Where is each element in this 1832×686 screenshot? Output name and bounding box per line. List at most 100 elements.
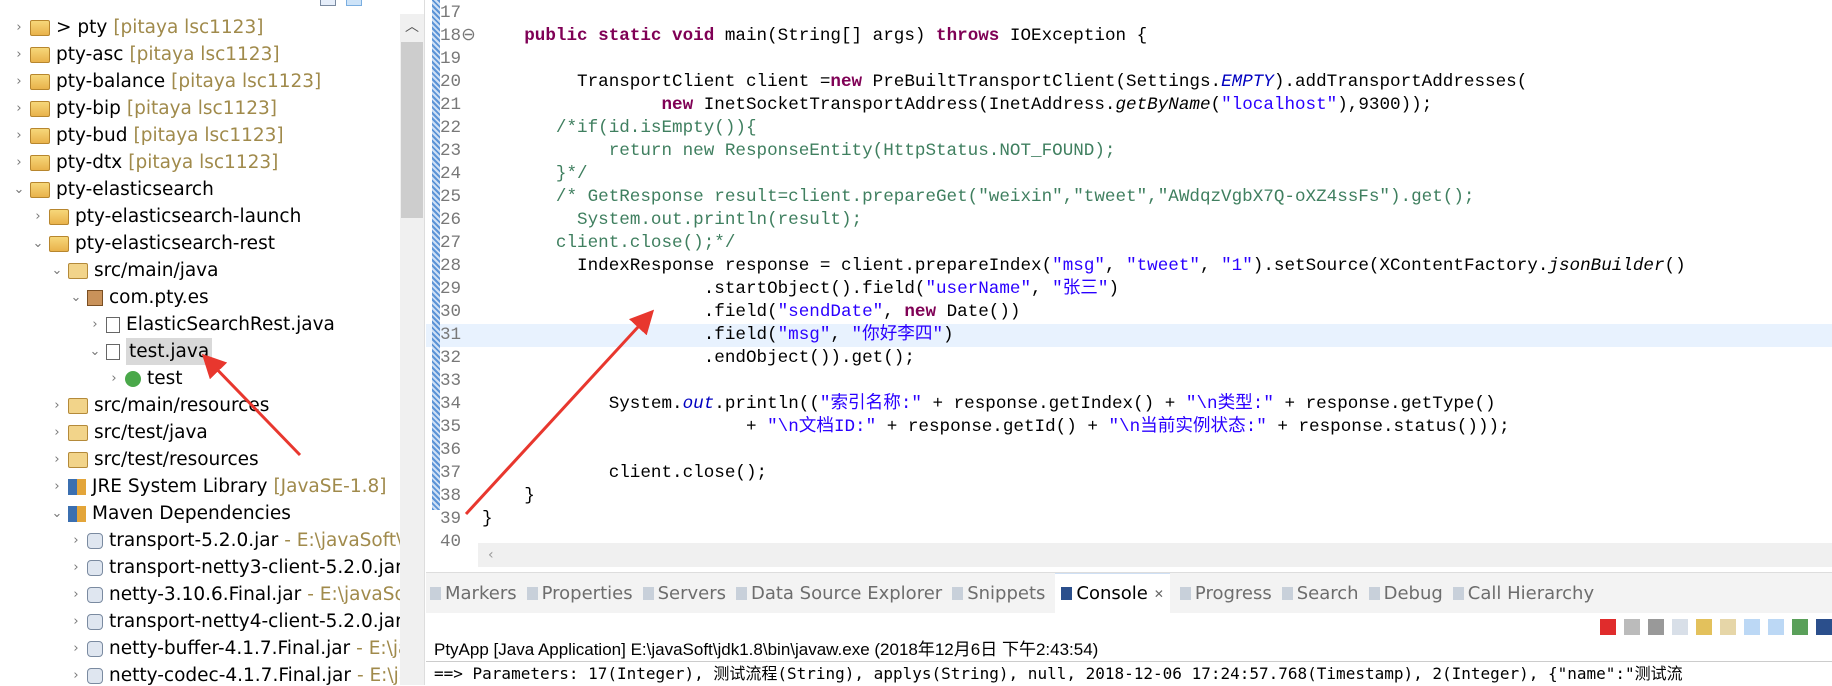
expand-toggle-icon[interactable]: ›: [67, 554, 85, 581]
tree-item[interactable]: › src/test/java: [48, 419, 207, 446]
expand-toggle-icon[interactable]: ⌄: [86, 338, 104, 365]
pin-console-icon[interactable]: [1792, 619, 1808, 635]
tree-item[interactable]: ⌄ pty-elasticsearch: [10, 176, 214, 203]
expand-toggle-icon[interactable]: ›: [105, 365, 123, 392]
expand-toggle-icon[interactable]: ›: [10, 41, 28, 68]
tab-console[interactable]: Console ✕: [1055, 573, 1170, 613]
code-line[interactable]: 20 TransportClient client =new PreBuiltT…: [426, 71, 1832, 94]
word-wrap-icon[interactable]: [1720, 619, 1736, 635]
collapse-all-icon[interactable]: [320, 0, 336, 6]
expand-toggle-icon[interactable]: ›: [67, 527, 85, 554]
code-line[interactable]: 31 .field("msg", "你好李四"): [426, 324, 1832, 347]
code-line[interactable]: 26 System.out.println(result);: [426, 209, 1832, 232]
expand-toggle-icon[interactable]: ›: [10, 95, 28, 122]
terminate-icon[interactable]: [1600, 619, 1616, 635]
code-line[interactable]: 18⊖ public static void main(String[] arg…: [426, 25, 1832, 48]
code-line[interactable]: 17: [426, 2, 1832, 25]
expand-toggle-icon[interactable]: ›: [48, 419, 66, 446]
tree-item[interactable]: › pty-asc [pitaya lsc1123]: [10, 41, 279, 68]
tab-search[interactable]: Search: [1281, 573, 1359, 613]
expand-toggle-icon[interactable]: ›: [29, 203, 47, 230]
tab-data-source-explorer[interactable]: Data Source Explorer: [735, 573, 942, 613]
code-line[interactable]: 33: [426, 370, 1832, 393]
tree-item[interactable]: › pty-dtx [pitaya lsc1123]: [10, 149, 278, 176]
remove-launch-icon[interactable]: [1624, 619, 1640, 635]
expand-toggle-icon[interactable]: ›: [10, 149, 28, 176]
tree-item[interactable]: ›transport-netty4-client-5.2.0.jar-: [67, 608, 415, 635]
tree-item[interactable]: › transport-5.2.0.jar - E:\javaSoft\.m2: [67, 527, 424, 554]
tree-item[interactable]: › test: [105, 365, 182, 392]
tab-progress[interactable]: Progress: [1179, 573, 1272, 613]
tree-item[interactable]: › JRE System Library [JavaSE-1.8]: [48, 473, 386, 500]
code-line[interactable]: 24 }*/: [426, 163, 1832, 186]
tree-item[interactable]: › ElasticSearchRest.java: [86, 311, 334, 338]
display-console-icon[interactable]: [1816, 619, 1832, 635]
code-line[interactable]: 34 System.out.println(("索引名称:" + respons…: [426, 393, 1832, 416]
expand-toggle-icon[interactable]: ›: [10, 122, 28, 149]
code-line[interactable]: 21 new InetSocketTransportAddress(InetAd…: [426, 94, 1832, 117]
tab-call-hierarchy[interactable]: Call Hierarchy: [1452, 573, 1594, 613]
code-line[interactable]: 32 .endObject()).get();: [426, 347, 1832, 370]
show-console-stderr-icon[interactable]: [1768, 619, 1784, 635]
expand-toggle-icon[interactable]: ›: [10, 14, 28, 41]
code-line[interactable]: 30 .field("sendDate", new Date()): [426, 301, 1832, 324]
tree-item[interactable]: › netty-buffer-4.1.7.Final.jar - E:\java: [67, 635, 424, 662]
expand-toggle-icon[interactable]: ›: [67, 581, 85, 608]
code-line[interactable]: 22 /*if(id.isEmpty()){: [426, 117, 1832, 140]
tree-item[interactable]: ⌄ Maven Dependencies: [48, 500, 291, 527]
scrollbar-thumb[interactable]: [401, 42, 423, 218]
expand-toggle-icon[interactable]: ›: [48, 392, 66, 419]
scroll-lock-icon[interactable]: [1696, 619, 1712, 635]
code-line[interactable]: 23 return new ResponseEntity(HttpStatus.…: [426, 140, 1832, 163]
expand-toggle-icon[interactable]: ›: [67, 608, 85, 635]
tab-snippets[interactable]: Snippets: [952, 573, 1045, 613]
tab-markers[interactable]: Markers: [430, 573, 517, 613]
remove-all-terminated-icon[interactable]: [1648, 619, 1664, 635]
link-with-editor-icon[interactable]: [346, 0, 362, 6]
tree-item[interactable]: › src/test/resources: [48, 446, 258, 473]
expand-toggle-icon[interactable]: ›: [48, 446, 66, 473]
expand-toggle-icon[interactable]: ›: [67, 635, 85, 662]
code-line[interactable]: 28 IndexResponse response = client.prepa…: [426, 255, 1832, 278]
explorer-scrollbar[interactable]: ︿: [400, 14, 424, 685]
expand-toggle-icon[interactable]: ›: [48, 473, 66, 500]
tree-item[interactable]: ⌄ src/main/java: [48, 257, 219, 284]
scroll-left-icon[interactable]: ‹: [488, 547, 494, 563]
code-line[interactable]: 29 .startObject().field("userName", "张三"…: [426, 278, 1832, 301]
tree-item[interactable]: › pty-bud [pitaya lsc1123]: [10, 122, 283, 149]
show-console-stdout-icon[interactable]: [1744, 619, 1760, 635]
tree-item[interactable]: ⌄ test.java: [86, 338, 213, 365]
code-line[interactable]: 37 client.close();: [426, 462, 1832, 485]
tree-item[interactable]: › src/main/resources: [48, 392, 269, 419]
tree-item[interactable]: ›transport-netty3-client-5.2.0.jar-: [67, 554, 415, 581]
expand-toggle-icon[interactable]: ›: [86, 311, 104, 338]
tree-item[interactable]: › > pty [pitaya lsc1123]: [10, 14, 263, 41]
expand-toggle-icon[interactable]: ⌄: [48, 500, 66, 527]
tree-item[interactable]: › netty-3.10.6.Final.jar - E:\javaSoft\.: [67, 581, 424, 608]
expand-toggle-icon[interactable]: ›: [10, 68, 28, 95]
expand-toggle-icon[interactable]: ›: [67, 662, 85, 685]
tab-debug[interactable]: Debug: [1368, 573, 1443, 613]
tree-item[interactable]: › netty-codec-4.1.7.Final.jar - E:\java: [67, 662, 424, 685]
expand-toggle-icon[interactable]: ⌄: [67, 284, 85, 311]
code-line[interactable]: 19: [426, 48, 1832, 71]
expand-toggle-icon[interactable]: ⌄: [10, 176, 28, 203]
code-line[interactable]: 35 + "\n文档ID:" + response.getId() + "\n当…: [426, 416, 1832, 439]
tree-item[interactable]: › pty-bip [pitaya lsc1123]: [10, 95, 277, 122]
tab-properties[interactable]: Properties: [526, 573, 633, 613]
expand-toggle-icon[interactable]: ⌄: [29, 230, 47, 257]
code-line[interactable]: 27 client.close();*/: [426, 232, 1832, 255]
tab-servers[interactable]: Servers: [642, 573, 726, 613]
code-line[interactable]: 36: [426, 439, 1832, 462]
scroll-up-icon[interactable]: ︿: [400, 14, 424, 40]
close-icon[interactable]: ✕: [1154, 587, 1164, 601]
code-line[interactable]: 38 }: [426, 485, 1832, 508]
code-line[interactable]: 39}: [426, 508, 1832, 531]
console-output[interactable]: ==> Parameters: 17(Integer), 测试流程(String…: [426, 661, 1832, 686]
code-line[interactable]: 25 /* GetResponse result=client.prepareG…: [426, 186, 1832, 209]
clear-console-icon[interactable]: [1672, 619, 1688, 635]
tree-item[interactable]: › pty-balance [pitaya lsc1123]: [10, 68, 321, 95]
tree-item[interactable]: ⌄ pty-elasticsearch-rest: [29, 230, 275, 257]
code-editor[interactable]: 17 18⊖ public static void main(String[] a…: [426, 0, 1832, 570]
tree-item[interactable]: ⌄ com.pty.es: [67, 284, 209, 311]
